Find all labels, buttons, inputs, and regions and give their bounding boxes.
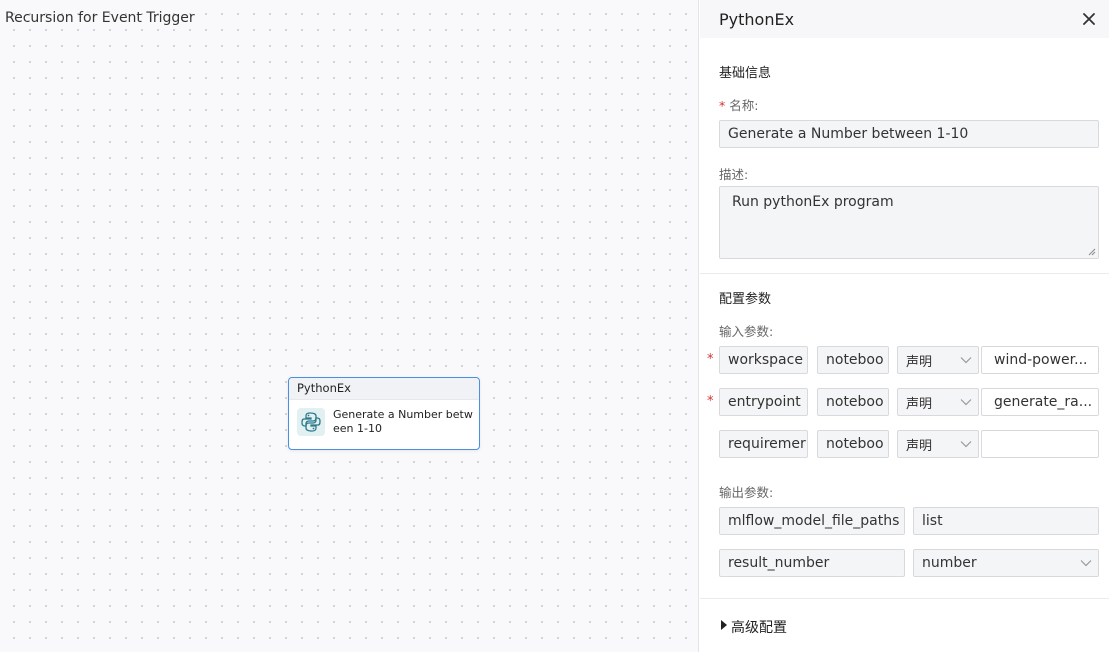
pythonex-node[interactable]: PythonEx Generate a Number between 1-10 [288, 377, 480, 450]
python-icon [297, 408, 325, 436]
param-mode-value: 声明 [906, 354, 933, 370]
required-marker: * [707, 394, 714, 409]
node-name: Generate a Number between 1-10 [333, 408, 473, 435]
config-title: 配置参数 [719, 292, 772, 307]
required-marker: * [707, 352, 714, 367]
output-name[interactable]: result_number [719, 549, 905, 577]
panel-title: PythonEx [719, 9, 795, 29]
chevron-down-icon [960, 399, 972, 406]
output-name[interactable]: mlflow_model_file_paths [719, 507, 905, 535]
description-label: 描述: [719, 167, 749, 182]
close-icon[interactable] [1079, 9, 1099, 29]
properties-panel: PythonEx 基础信息 * 名称: Generate a Number bet… [700, 0, 1109, 652]
param-type[interactable]: noteboo [817, 346, 889, 374]
node-type-label: PythonEx [289, 378, 479, 400]
param-name[interactable]: workspace [719, 346, 808, 374]
param-value-input[interactable]: generate_ra... [981, 388, 1099, 416]
chevron-down-icon [960, 441, 972, 448]
param-mode-select[interactable]: 声明 [897, 346, 979, 374]
param-mode-value: 声明 [906, 438, 933, 454]
chevron-down-icon [1080, 560, 1092, 567]
resize-grip-icon[interactable] [1088, 248, 1096, 256]
param-value-input[interactable]: wind-power... [981, 346, 1099, 374]
workflow-canvas[interactable]: Recursion for Event Trigger PythonEx Gen… [0, 0, 699, 652]
description-textarea[interactable]: Run pythonEx program [719, 186, 1099, 259]
param-value-input[interactable] [981, 430, 1099, 458]
name-input[interactable]: Generate a Number between 1-10 [719, 120, 1099, 148]
param-name[interactable]: requiremer [719, 430, 808, 458]
required-marker: * [719, 98, 726, 113]
output-type-select[interactable]: number [913, 549, 1099, 577]
output-param-row: mlflow_model_file_paths list [700, 507, 1109, 535]
advanced-config-toggle[interactable]: 高级配置 [700, 599, 1109, 652]
advanced-config-title: 高级配置 [731, 620, 787, 636]
param-mode-select[interactable]: 声明 [897, 430, 979, 458]
input-param-row: * entrypoint noteboo 声明 generate_ra... [700, 388, 1109, 416]
panel-header: PythonEx [700, 0, 1109, 38]
input-param-row: requiremer noteboo 声明 [700, 430, 1109, 458]
param-mode-select[interactable]: 声明 [897, 388, 979, 416]
config-section: 配置参数 输入参数: * workspace noteboo 声明 wind-p… [700, 274, 1109, 598]
workflow-title: Recursion for Event Trigger [5, 10, 195, 26]
chevron-down-icon [960, 357, 972, 364]
basic-info-section: 基础信息 * 名称: Generate a Number between 1-10… [700, 38, 1109, 273]
output-type-value: number [922, 555, 977, 571]
output-type[interactable]: list [913, 507, 1099, 535]
param-type[interactable]: noteboo [817, 430, 889, 458]
param-type[interactable]: noteboo [817, 388, 889, 416]
param-name[interactable]: entrypoint [719, 388, 808, 416]
name-label: * 名称: [719, 98, 759, 113]
description-text: Run pythonEx program [732, 194, 894, 210]
output-params-label: 输出参数: [719, 485, 774, 500]
basic-info-title: 基础信息 [719, 66, 772, 81]
param-mode-value: 声明 [906, 396, 933, 412]
input-params-label: 输入参数: [719, 324, 774, 339]
output-param-row: result_number number [700, 549, 1109, 577]
input-param-row: * workspace noteboo 声明 wind-power... [700, 346, 1109, 374]
caret-right-icon [721, 620, 727, 630]
